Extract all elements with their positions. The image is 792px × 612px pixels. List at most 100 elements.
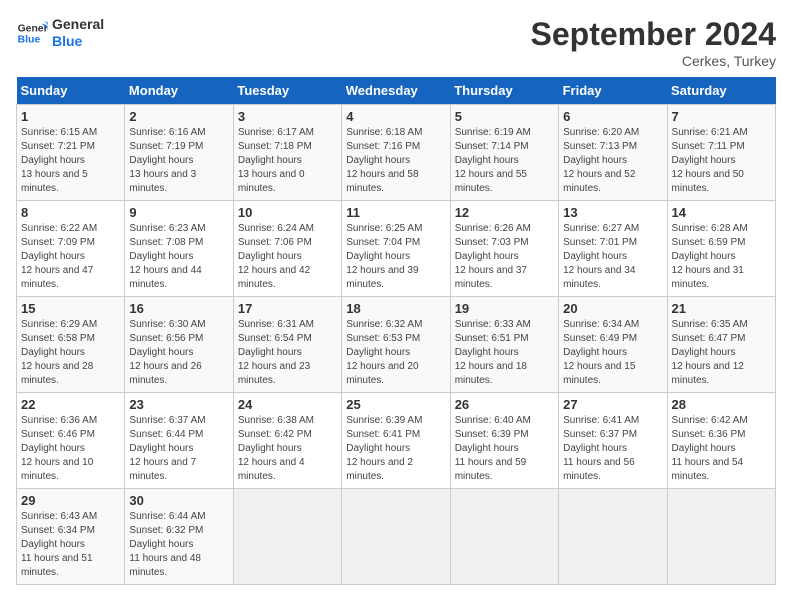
col-tuesday: Tuesday: [233, 77, 341, 105]
day-number: 22: [21, 397, 120, 412]
table-row: [667, 489, 775, 585]
day-info: Sunrise: 6:29 AM Sunset: 6:58 PM Dayligh…: [21, 318, 120, 388]
day-info: Sunrise: 6:39 AM Sunset: 6:41 PM Dayligh…: [346, 414, 445, 484]
day-info: Sunrise: 6:32 AM Sunset: 6:53 PM Dayligh…: [346, 318, 445, 388]
day-number: 13: [563, 205, 662, 220]
col-friday: Friday: [559, 77, 667, 105]
day-info: Sunrise: 6:43 AM Sunset: 6:34 PM Dayligh…: [21, 510, 120, 580]
table-row: 7 Sunrise: 6:21 AM Sunset: 7:11 PM Dayli…: [667, 105, 775, 201]
svg-text:Blue: Blue: [18, 34, 41, 45]
col-monday: Monday: [125, 77, 233, 105]
day-info: Sunrise: 6:27 AM Sunset: 7:01 PM Dayligh…: [563, 222, 662, 292]
table-row: 13 Sunrise: 6:27 AM Sunset: 7:01 PM Dayl…: [559, 201, 667, 297]
table-row: [233, 489, 341, 585]
table-row: 10 Sunrise: 6:24 AM Sunset: 7:06 PM Dayl…: [233, 201, 341, 297]
day-info: Sunrise: 6:25 AM Sunset: 7:04 PM Dayligh…: [346, 222, 445, 292]
table-row: 9 Sunrise: 6:23 AM Sunset: 7:08 PM Dayli…: [125, 201, 233, 297]
table-row: 2 Sunrise: 6:16 AM Sunset: 7:19 PM Dayli…: [125, 105, 233, 201]
calendar-week-row: 29 Sunrise: 6:43 AM Sunset: 6:34 PM Dayl…: [17, 489, 776, 585]
day-number: 20: [563, 301, 662, 316]
day-number: 9: [129, 205, 228, 220]
day-number: 8: [21, 205, 120, 220]
col-wednesday: Wednesday: [342, 77, 450, 105]
calendar-week-row: 8 Sunrise: 6:22 AM Sunset: 7:09 PM Dayli…: [17, 201, 776, 297]
day-number: 21: [672, 301, 771, 316]
day-info: Sunrise: 6:37 AM Sunset: 6:44 PM Dayligh…: [129, 414, 228, 484]
table-row: 15 Sunrise: 6:29 AM Sunset: 6:58 PM Dayl…: [17, 297, 125, 393]
day-number: 6: [563, 109, 662, 124]
table-row: 18 Sunrise: 6:32 AM Sunset: 6:53 PM Dayl…: [342, 297, 450, 393]
day-info: Sunrise: 6:22 AM Sunset: 7:09 PM Dayligh…: [21, 222, 120, 292]
table-row: 30 Sunrise: 6:44 AM Sunset: 6:32 PM Dayl…: [125, 489, 233, 585]
table-row: 21 Sunrise: 6:35 AM Sunset: 6:47 PM Dayl…: [667, 297, 775, 393]
table-row: 22 Sunrise: 6:36 AM Sunset: 6:46 PM Dayl…: [17, 393, 125, 489]
table-row: 24 Sunrise: 6:38 AM Sunset: 6:42 PM Dayl…: [233, 393, 341, 489]
day-info: Sunrise: 6:15 AM Sunset: 7:21 PM Dayligh…: [21, 126, 120, 196]
day-info: Sunrise: 6:19 AM Sunset: 7:14 PM Dayligh…: [455, 126, 554, 196]
day-number: 7: [672, 109, 771, 124]
table-row: [450, 489, 558, 585]
day-number: 16: [129, 301, 228, 316]
day-info: Sunrise: 6:36 AM Sunset: 6:46 PM Dayligh…: [21, 414, 120, 484]
table-row: [342, 489, 450, 585]
day-info: Sunrise: 6:44 AM Sunset: 6:32 PM Dayligh…: [129, 510, 228, 580]
table-row: 8 Sunrise: 6:22 AM Sunset: 7:09 PM Dayli…: [17, 201, 125, 297]
table-row: 4 Sunrise: 6:18 AM Sunset: 7:16 PM Dayli…: [342, 105, 450, 201]
calendar-title-area: September 2024 Cerkes, Turkey: [531, 16, 776, 69]
table-row: 20 Sunrise: 6:34 AM Sunset: 6:49 PM Dayl…: [559, 297, 667, 393]
day-number: 30: [129, 493, 228, 508]
page-header: General Blue General Blue September 2024…: [16, 16, 776, 69]
day-number: 10: [238, 205, 337, 220]
table-row: 17 Sunrise: 6:31 AM Sunset: 6:54 PM Dayl…: [233, 297, 341, 393]
day-info: Sunrise: 6:30 AM Sunset: 6:56 PM Dayligh…: [129, 318, 228, 388]
day-info: Sunrise: 6:35 AM Sunset: 6:47 PM Dayligh…: [672, 318, 771, 388]
day-number: 14: [672, 205, 771, 220]
day-info: Sunrise: 6:17 AM Sunset: 7:18 PM Dayligh…: [238, 126, 337, 196]
month-title: September 2024: [531, 16, 776, 53]
logo-general: General: [52, 16, 104, 33]
col-sunday: Sunday: [17, 77, 125, 105]
logo-blue: Blue: [52, 33, 104, 50]
day-number: 19: [455, 301, 554, 316]
day-number: 17: [238, 301, 337, 316]
table-row: 27 Sunrise: 6:41 AM Sunset: 6:37 PM Dayl…: [559, 393, 667, 489]
day-info: Sunrise: 6:16 AM Sunset: 7:19 PM Dayligh…: [129, 126, 228, 196]
day-info: Sunrise: 6:34 AM Sunset: 6:49 PM Dayligh…: [563, 318, 662, 388]
calendar-table: Sunday Monday Tuesday Wednesday Thursday…: [16, 77, 776, 585]
table-row: 12 Sunrise: 6:26 AM Sunset: 7:03 PM Dayl…: [450, 201, 558, 297]
calendar-week-row: 22 Sunrise: 6:36 AM Sunset: 6:46 PM Dayl…: [17, 393, 776, 489]
table-row: 25 Sunrise: 6:39 AM Sunset: 6:41 PM Dayl…: [342, 393, 450, 489]
table-row: 28 Sunrise: 6:42 AM Sunset: 6:36 PM Dayl…: [667, 393, 775, 489]
day-number: 11: [346, 205, 445, 220]
table-row: 16 Sunrise: 6:30 AM Sunset: 6:56 PM Dayl…: [125, 297, 233, 393]
day-info: Sunrise: 6:41 AM Sunset: 6:37 PM Dayligh…: [563, 414, 662, 484]
day-info: Sunrise: 6:38 AM Sunset: 6:42 PM Dayligh…: [238, 414, 337, 484]
day-number: 12: [455, 205, 554, 220]
table-row: 6 Sunrise: 6:20 AM Sunset: 7:13 PM Dayli…: [559, 105, 667, 201]
day-number: 26: [455, 397, 554, 412]
day-info: Sunrise: 6:31 AM Sunset: 6:54 PM Dayligh…: [238, 318, 337, 388]
day-info: Sunrise: 6:33 AM Sunset: 6:51 PM Dayligh…: [455, 318, 554, 388]
table-row: [559, 489, 667, 585]
table-row: 11 Sunrise: 6:25 AM Sunset: 7:04 PM Dayl…: [342, 201, 450, 297]
day-number: 27: [563, 397, 662, 412]
col-saturday: Saturday: [667, 77, 775, 105]
logo: General Blue General Blue: [16, 16, 104, 50]
table-row: 26 Sunrise: 6:40 AM Sunset: 6:39 PM Dayl…: [450, 393, 558, 489]
logo-icon: General Blue: [16, 17, 48, 49]
day-number: 15: [21, 301, 120, 316]
day-info: Sunrise: 6:23 AM Sunset: 7:08 PM Dayligh…: [129, 222, 228, 292]
table-row: 3 Sunrise: 6:17 AM Sunset: 7:18 PM Dayli…: [233, 105, 341, 201]
day-number: 5: [455, 109, 554, 124]
calendar-week-row: 1 Sunrise: 6:15 AM Sunset: 7:21 PM Dayli…: [17, 105, 776, 201]
day-info: Sunrise: 6:18 AM Sunset: 7:16 PM Dayligh…: [346, 126, 445, 196]
day-info: Sunrise: 6:28 AM Sunset: 6:59 PM Dayligh…: [672, 222, 771, 292]
calendar-week-row: 15 Sunrise: 6:29 AM Sunset: 6:58 PM Dayl…: [17, 297, 776, 393]
day-info: Sunrise: 6:42 AM Sunset: 6:36 PM Dayligh…: [672, 414, 771, 484]
day-info: Sunrise: 6:24 AM Sunset: 7:06 PM Dayligh…: [238, 222, 337, 292]
day-number: 28: [672, 397, 771, 412]
day-number: 23: [129, 397, 228, 412]
day-info: Sunrise: 6:21 AM Sunset: 7:11 PM Dayligh…: [672, 126, 771, 196]
table-row: 23 Sunrise: 6:37 AM Sunset: 6:44 PM Dayl…: [125, 393, 233, 489]
table-row: 19 Sunrise: 6:33 AM Sunset: 6:51 PM Dayl…: [450, 297, 558, 393]
